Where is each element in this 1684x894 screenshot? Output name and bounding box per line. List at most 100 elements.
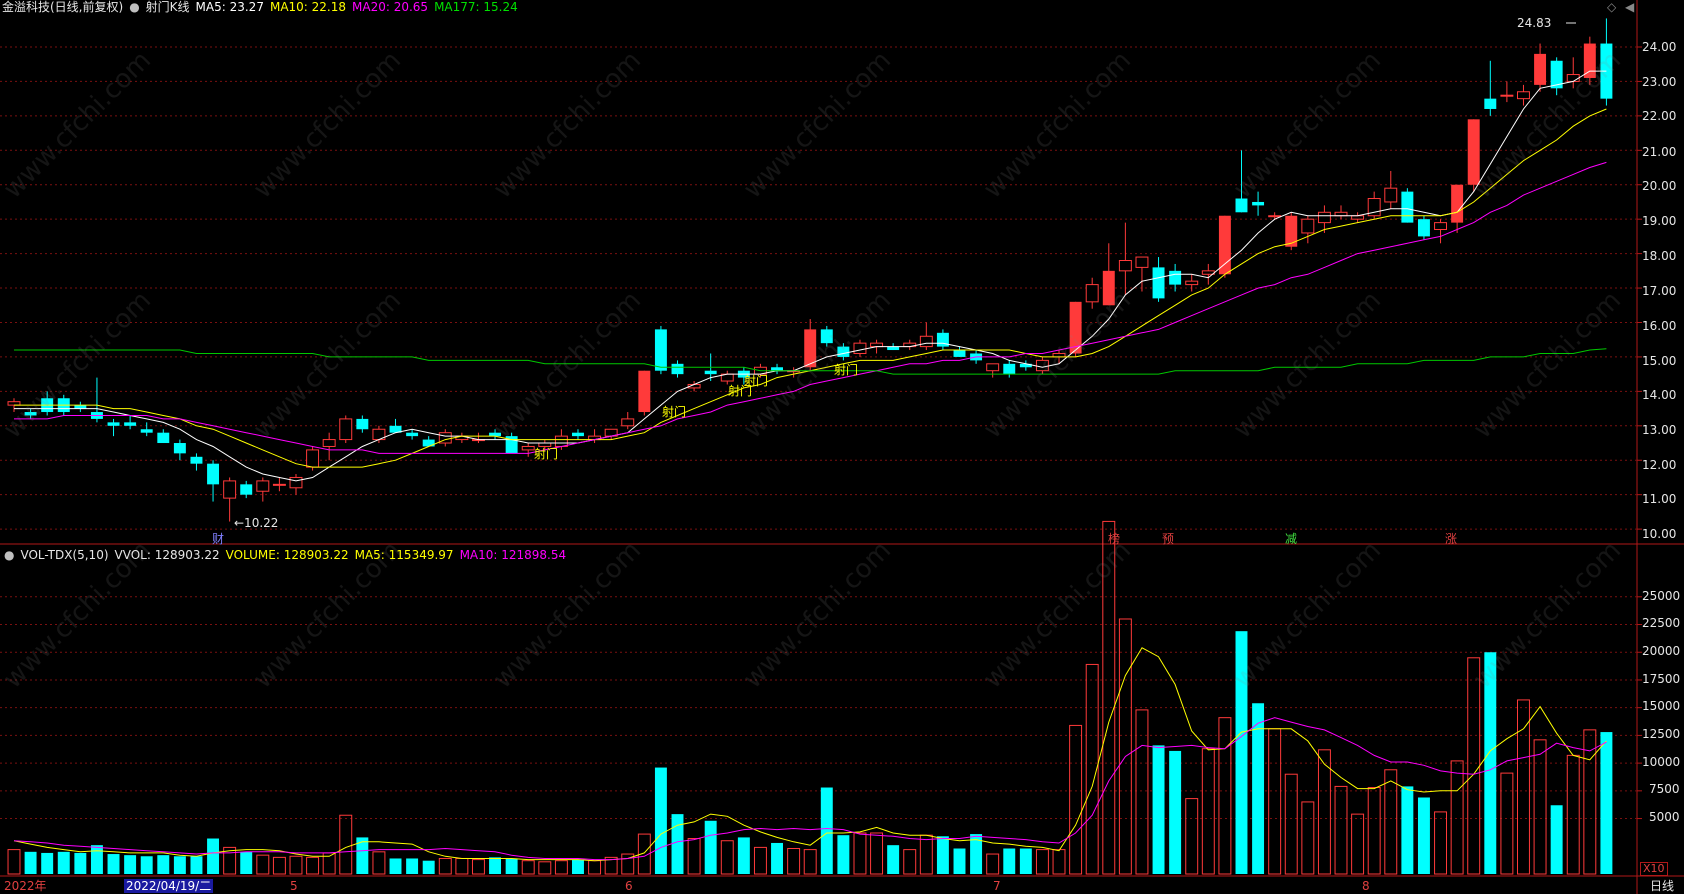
volume-bar-up (1384, 769, 1398, 875)
low-price-label: ←10.22 (234, 516, 279, 530)
volume-bar-up (289, 855, 303, 875)
candle-body-down (1252, 201, 1265, 206)
candle-body-up (919, 335, 933, 348)
volume-value: VOLUME: 128903.22 (225, 548, 349, 562)
candle-body-up (1517, 91, 1530, 100)
volume-bar-down (1152, 745, 1165, 874)
volume-bar-down (1235, 631, 1248, 874)
volume-bar-up (1367, 787, 1381, 875)
candle-body-up (1185, 280, 1199, 286)
candle-body-down (356, 418, 369, 430)
candle-body-up (638, 370, 651, 413)
candle-body-up (1301, 218, 1315, 234)
volume-bar-down (887, 845, 900, 874)
volume-bar-down (173, 856, 186, 874)
signal-label-shemen: 射门 (834, 363, 859, 377)
volume-bar-down (24, 851, 37, 874)
volume-bar-up (272, 856, 286, 875)
x-axis-month: 5 (290, 879, 298, 893)
price-tick: 14.00 (1642, 388, 1677, 402)
event-marker-cai[interactable]: 财 (212, 532, 224, 546)
x-axis-selected-date[interactable]: 2022/04/19/二 (124, 879, 214, 893)
scroll-arrow-icon[interactable]: ◀ (1625, 0, 1634, 14)
candle-body-down (157, 432, 170, 444)
volume-bar-up (753, 846, 767, 875)
volume-bar-down (820, 787, 833, 874)
candle-body-down (190, 456, 203, 464)
volume-bar-up (1268, 728, 1282, 875)
volume-bar-down (107, 854, 120, 874)
candle-body-up (1467, 119, 1480, 185)
price-tick: 22.00 (1642, 109, 1677, 123)
circle-toggle-icon[interactable]: ● (4, 548, 14, 562)
candle-body-down (107, 422, 120, 426)
volume-bar-down (737, 837, 750, 874)
volume-bar-up (1450, 760, 1464, 875)
volume-bar-down (57, 851, 70, 874)
candle-body-down (1003, 363, 1016, 375)
volume-bar-up (1334, 785, 1348, 875)
candle-body-up (1566, 74, 1580, 82)
volume-bar-up (870, 832, 884, 875)
x-axis-month: 6 (625, 879, 633, 893)
volume-bar-up (1434, 811, 1448, 875)
stock-title: 金溢科技(日线,前复权) (2, 0, 124, 14)
candle-body-up (322, 439, 336, 447)
candle-body-down (1484, 98, 1497, 109)
indicator-name[interactable]: 射门K线 (146, 0, 190, 14)
volume-bar-down (1484, 652, 1497, 874)
volume-bar-up (538, 861, 552, 875)
event-marker-jian[interactable]: 减 (1285, 532, 1297, 546)
event-marker-bang[interactable]: 榜 (1108, 532, 1120, 546)
candle-body-up (521, 445, 535, 451)
price-tick: 10.00 (1642, 527, 1677, 541)
volume-bar-down (124, 855, 137, 874)
ma5-value: MA5: 23.27 (195, 0, 264, 14)
candle-body-up (339, 418, 353, 441)
volume-bar-up (256, 854, 270, 875)
candle-body-up (1085, 284, 1099, 303)
signal-label-shemen: 射门 (662, 405, 687, 419)
volume-tick: 7500 (1649, 782, 1680, 796)
candle-body-up (1351, 215, 1365, 220)
period-selector[interactable]: 日线 (1650, 879, 1674, 893)
volume-ma10-value: MA10: 121898.54 (459, 548, 567, 562)
volume-bar-up (919, 834, 933, 875)
volume-ma5-value: MA5: 115349.97 (354, 548, 454, 562)
kline-chart[interactable] (0, 0, 1684, 894)
candle-body-down (74, 405, 87, 409)
circle-toggle-icon[interactable]: ● (129, 0, 139, 14)
volume-bar-down (1019, 848, 1032, 874)
ma-line-ma20 (14, 161, 1607, 454)
volume-bar-up (986, 853, 1000, 875)
volume-tick: 25000 (1642, 589, 1681, 603)
event-marker-yu[interactable]: 预 (1162, 532, 1174, 546)
candle-body-up (1135, 256, 1149, 268)
price-tick: 24.00 (1642, 40, 1677, 54)
candle-body-up (554, 435, 568, 447)
volume-bar-up (372, 851, 386, 875)
volume-indicator-name[interactable]: VOL-TDX(5,10) (20, 548, 108, 562)
candle-body-down (1152, 267, 1165, 299)
event-marker-zhang[interactable]: 涨 (1445, 532, 1457, 546)
volume-tick: 5000 (1649, 810, 1680, 824)
candle-body-down (820, 329, 833, 344)
volume-tick: 10000 (1642, 755, 1681, 769)
candle-body-down (572, 432, 584, 437)
volume-bar-up (853, 832, 867, 875)
volume-bar-up (1201, 748, 1215, 875)
candle-body-down (422, 439, 435, 447)
volume-bar-up (803, 849, 817, 875)
candle-body-up (223, 480, 237, 499)
ma20-value: MA20: 20.65 (352, 0, 429, 14)
candle-body-up (1384, 187, 1398, 203)
volume-tick: 15000 (1642, 699, 1681, 713)
candle-body-down (1417, 219, 1430, 237)
candle-body-up (853, 342, 867, 354)
diamond-icon[interactable]: ◇ (1607, 0, 1616, 14)
volume-tick: 12500 (1642, 727, 1681, 741)
volume-bar-down (140, 856, 153, 874)
volume-bar-down (422, 860, 435, 874)
volume-bar-up (1102, 520, 1116, 875)
candle-body-down (1401, 191, 1414, 223)
